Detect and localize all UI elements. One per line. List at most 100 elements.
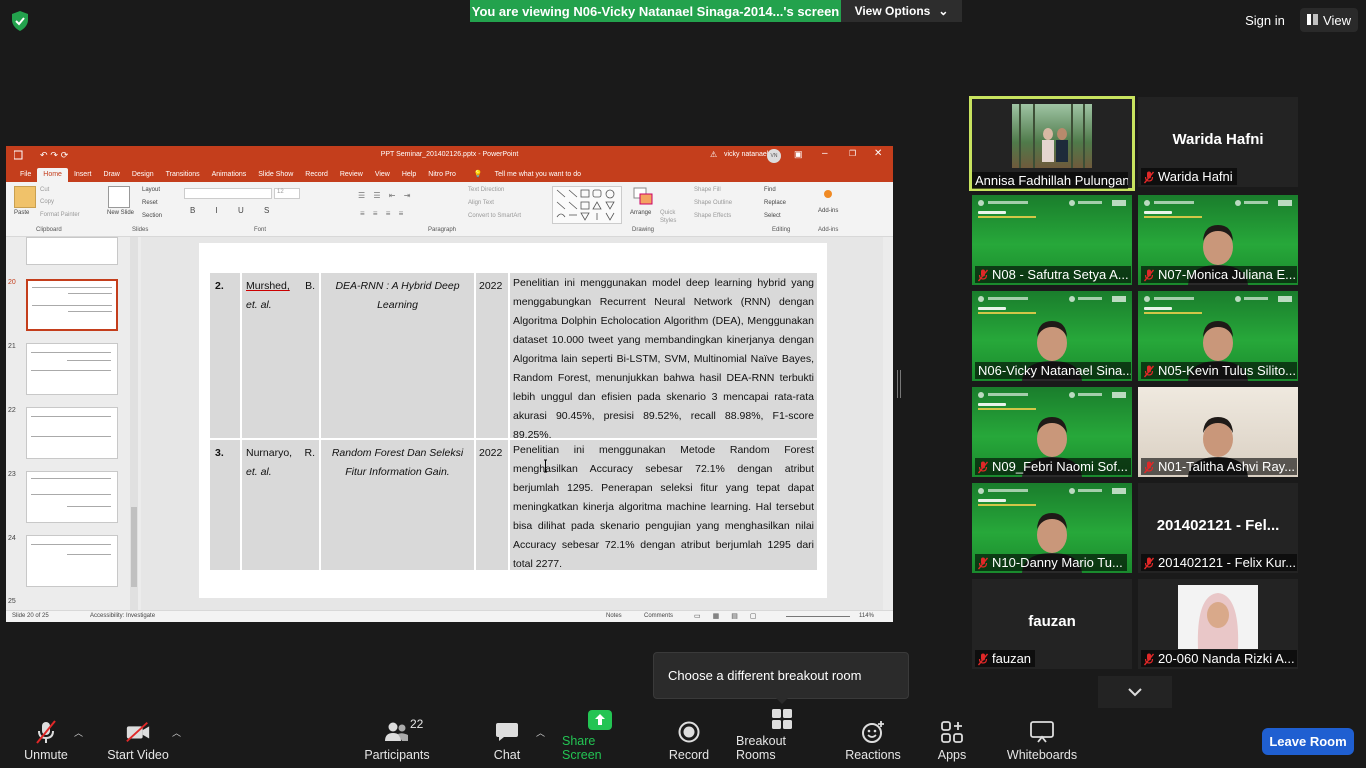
record-label: Record xyxy=(668,748,710,762)
tab-animations[interactable]: Animations xyxy=(206,168,253,182)
security-shield-icon[interactable] xyxy=(10,10,30,32)
chat-options-caret-icon[interactable]: ︿ xyxy=(536,726,545,739)
participant-display-name: Warida Hafni xyxy=(1172,131,1264,148)
split-view-handle[interactable] xyxy=(897,370,901,398)
tab-file[interactable]: File xyxy=(14,168,37,182)
slide-thumbnail-19[interactable] xyxy=(26,237,118,265)
text-direction-button[interactable]: Text Direction xyxy=(468,187,504,193)
participant-tile[interactable]: 20-060 Nanda Rizki A... xyxy=(1138,579,1298,669)
font-size-box[interactable]: 12 xyxy=(274,188,300,199)
participant-tile[interactable]: N10-Danny Mario Tu... xyxy=(972,483,1132,573)
tab-transitions[interactable]: Transitions xyxy=(160,168,206,182)
view-options-button[interactable]: View Options ⌄ xyxy=(841,0,962,22)
view-mode-icons[interactable]: ▭▦▤▢ xyxy=(694,612,768,620)
tab-draw[interactable]: Draw xyxy=(97,168,125,182)
record-button[interactable]: Record xyxy=(664,712,714,768)
close-icon[interactable]: ✕ xyxy=(874,148,882,159)
zoom-slider[interactable] xyxy=(786,616,850,617)
quick-styles-button[interactable]: Quick Styles xyxy=(660,209,684,225)
minimize-icon[interactable]: – xyxy=(822,148,828,159)
replace-button[interactable]: Replace xyxy=(764,200,786,206)
participant-tile[interactable]: 201402121 - Fel... 201402121 - Felix Kur.… xyxy=(1138,483,1298,573)
new-slide-icon[interactable] xyxy=(108,186,130,208)
cut-button[interactable]: Cut xyxy=(40,187,49,193)
shape-fill-button[interactable]: Shape Fill xyxy=(694,187,721,193)
slide-thumbnail-23[interactable] xyxy=(26,471,118,523)
select-button[interactable]: Select xyxy=(764,213,781,219)
participant-tile[interactable]: N06-Vicky Natanael Sina... xyxy=(972,291,1132,381)
format-painter-button[interactable]: Format Painter xyxy=(40,212,80,218)
unmute-button[interactable]: Unmute xyxy=(16,712,76,768)
sign-in-button[interactable]: Sign in xyxy=(1237,8,1293,32)
shapes-gallery[interactable] xyxy=(552,186,622,224)
tab-view[interactable]: View xyxy=(369,168,396,182)
tell-me-box[interactable]: Tell me what you want to do xyxy=(489,168,587,182)
paste-button[interactable]: Paste xyxy=(14,210,29,216)
tab-slide-show[interactable]: Slide Show xyxy=(252,168,299,182)
bullets-buttons[interactable]: ☰ ☰ ⇤ ⇥ xyxy=(358,191,413,200)
leave-room-button[interactable]: Leave Room xyxy=(1262,728,1354,755)
copy-button[interactable]: Copy xyxy=(40,199,54,205)
arrange-icon[interactable] xyxy=(632,186,654,208)
breakout-rooms-button[interactable]: Breakout Rooms xyxy=(736,709,828,768)
reset-button[interactable]: Reset xyxy=(142,200,158,206)
apps-button[interactable]: Apps xyxy=(930,712,974,768)
add-ins-button[interactable]: Add-ins xyxy=(818,208,838,214)
maximize-icon[interactable]: ❐ xyxy=(849,149,856,158)
slide-scrollbar[interactable] xyxy=(883,237,893,610)
find-button[interactable]: Find xyxy=(764,187,776,193)
new-slide-button[interactable]: New Slide xyxy=(107,210,134,216)
shape-outline-button[interactable]: Shape Outline xyxy=(694,200,732,206)
participant-tile[interactable]: N07-Monica Juliana E... xyxy=(1138,195,1298,285)
reactions-button[interactable]: Reactions xyxy=(844,712,902,768)
current-slide[interactable]: 2. Murshed, B. et. al. DEA-RNN : A Hybri… xyxy=(199,243,827,598)
tab-design[interactable]: Design xyxy=(126,168,160,182)
slide-thumbnail-24[interactable] xyxy=(26,535,118,587)
font-style-buttons[interactable]: B I U S xyxy=(190,206,278,215)
tab-nitro-pro[interactable]: Nitro Pro xyxy=(422,168,462,182)
notes-button[interactable]: Notes xyxy=(606,613,622,619)
zoom-level[interactable]: 114% xyxy=(859,613,874,619)
participant-tile[interactable]: Warida Hafni Warida Hafni xyxy=(1138,97,1298,187)
paste-icon[interactable] xyxy=(14,186,36,208)
participant-tile[interactable]: N09_Febri Naomi Sof... xyxy=(972,387,1132,477)
tab-help[interactable]: Help xyxy=(396,168,422,182)
video-options-caret-icon[interactable]: ︿ xyxy=(172,726,181,739)
whiteboards-button[interactable]: Whiteboards xyxy=(1004,712,1080,768)
font-name-box[interactable] xyxy=(184,188,272,199)
convert-smartart-button[interactable]: Convert to SmartArt xyxy=(468,213,521,219)
shape-effects-button[interactable]: Shape Effects xyxy=(694,213,731,219)
tab-review[interactable]: Review xyxy=(334,168,369,182)
comments-button[interactable]: Comments xyxy=(644,613,673,619)
virtual-background-header xyxy=(976,391,1128,413)
tab-insert[interactable]: Insert xyxy=(68,168,98,182)
tab-home[interactable]: Home xyxy=(37,168,68,182)
shared-powerpoint-window[interactable]: ↶ ↷ ⟳ PPT Seminar_201402126.pptx - Power… xyxy=(6,146,893,622)
align-text-button[interactable]: Align Text xyxy=(468,200,494,206)
gallery-next-page-button[interactable] xyxy=(1098,676,1172,708)
view-button[interactable]: View xyxy=(1300,8,1358,32)
align-buttons[interactable]: ≡ ≡ ≡ ≡ xyxy=(360,209,406,218)
chat-button[interactable]: Chat xyxy=(486,712,528,768)
slide-thumbnail-21[interactable] xyxy=(26,343,118,395)
tab-record[interactable]: Record xyxy=(299,168,334,182)
section-button[interactable]: Section xyxy=(142,213,162,219)
participant-tile[interactable]: N01-Talitha Ashvi Ray... xyxy=(1138,387,1298,477)
participant-tile[interactable]: fauzan fauzan xyxy=(972,579,1132,669)
start-video-button[interactable]: Start Video xyxy=(102,712,174,768)
slide-thumbnail-22[interactable] xyxy=(26,407,118,459)
participant-tile[interactable]: N05-Kevin Tulus Silito... xyxy=(1138,291,1298,381)
participant-tile[interactable]: Annisa Fadhillah Pulungan xyxy=(969,96,1135,191)
arrange-button[interactable]: Arrange xyxy=(630,210,651,216)
participant-tile[interactable]: N08 - Safutra Setya A... xyxy=(972,195,1132,285)
slide-thumbnail-20[interactable] xyxy=(26,279,118,331)
thumbnail-scrollbar[interactable] xyxy=(130,237,138,610)
accessibility-status[interactable]: Accessibility: Investigate xyxy=(90,613,155,619)
share-screen-button[interactable]: Share Screen xyxy=(562,710,638,768)
layout-button[interactable]: Layout xyxy=(142,187,160,193)
add-ins-icon[interactable] xyxy=(824,190,832,198)
ribbon-display-icon[interactable]: ▣ xyxy=(794,149,803,160)
audio-options-caret-icon[interactable]: ︿ xyxy=(74,726,83,739)
participants-button[interactable]: 22 Participants xyxy=(360,712,434,768)
row-3-author-1: Nurnaryo, xyxy=(246,447,293,459)
